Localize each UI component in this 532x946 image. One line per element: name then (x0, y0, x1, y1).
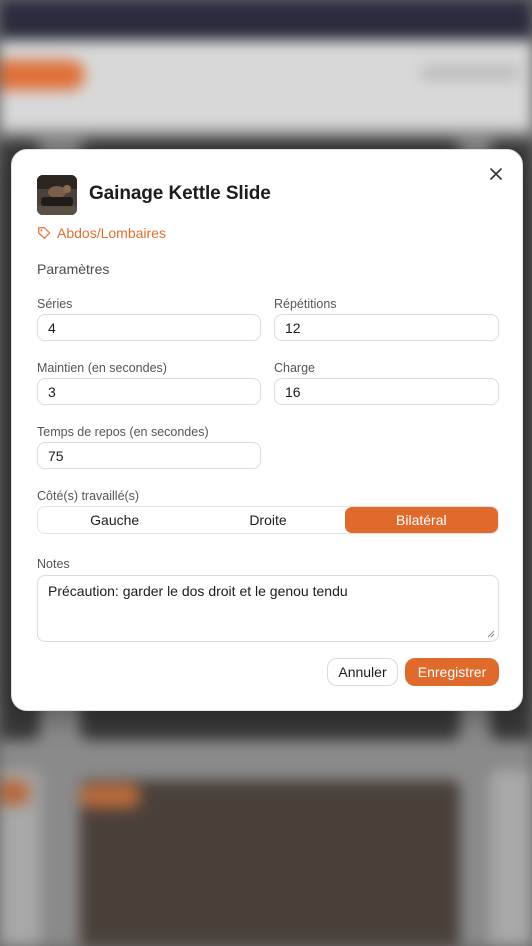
side-label: Côté(s) travaillé(s) (37, 489, 140, 503)
side-option-right[interactable]: Droite (191, 507, 344, 533)
cancel-button[interactable]: Annuler (327, 658, 398, 686)
side-option-left[interactable]: Gauche (38, 507, 191, 533)
side-option-bilateral[interactable]: Bilatéral (344, 507, 498, 533)
tag-icon (38, 227, 51, 239)
series-label: Séries (37, 297, 73, 311)
repetitions-input[interactable]: 12 (274, 314, 499, 341)
parameters-heading: Paramètres (37, 261, 110, 277)
exercise-thumbnail (37, 175, 77, 215)
category-tag: Abdos/Lombaires (37, 225, 166, 241)
load-input[interactable]: 16 (274, 378, 499, 405)
dialog-title: Gainage Kettle Slide (89, 183, 271, 204)
background-card (490, 770, 532, 946)
notes-text: Précaution: garder le dos droit et le ge… (48, 583, 348, 599)
background-menu (420, 66, 520, 80)
category-tag-label: Abdos/Lombaires (57, 225, 166, 241)
notes-textarea[interactable]: Précaution: garder le dos droit et le ge… (37, 575, 499, 642)
background-button (0, 60, 85, 90)
save-button[interactable]: Enregistrer (405, 658, 499, 686)
repetitions-label: Répétitions (274, 297, 337, 311)
background-card (80, 784, 140, 808)
background-card (0, 780, 30, 805)
rest-time-input[interactable]: 75 (37, 442, 261, 469)
series-input[interactable]: 4 (37, 314, 261, 341)
hold-duration-input[interactable]: 3 (37, 378, 261, 405)
load-label: Charge (274, 361, 315, 375)
resize-handle-icon[interactable] (487, 630, 495, 638)
side-segmented-control: Gauche Droite Bilatéral (37, 506, 499, 534)
edit-exercise-dialog: Gainage Kettle Slide Abdos/Lombaires Par… (11, 149, 523, 711)
notes-label: Notes (37, 557, 70, 571)
close-icon (490, 168, 502, 180)
hold-duration-label: Maintien (en secondes) (37, 361, 167, 375)
close-button[interactable] (486, 164, 506, 184)
rest-time-label: Temps de repos (en secondes) (37, 425, 209, 439)
background-topbar (0, 0, 532, 40)
